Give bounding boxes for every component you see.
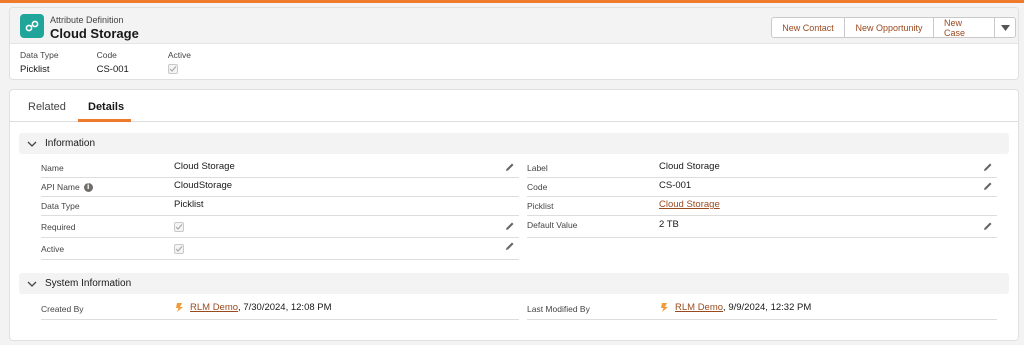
- edit-pencil-icon[interactable]: [983, 162, 993, 172]
- information-section-header[interactable]: Information: [19, 133, 1009, 154]
- field-value: Cloud Storage: [659, 161, 720, 172]
- top-accent-bar: [0, 0, 1024, 3]
- field-value: 2 TB: [659, 219, 679, 230]
- field-required: Required: [41, 216, 519, 238]
- field-label: Code: [527, 182, 548, 192]
- required-checkbox: [174, 222, 184, 232]
- field-label: API Name: [41, 182, 80, 192]
- section-title: Information: [45, 138, 96, 149]
- attribute-definition-icon: [20, 14, 44, 38]
- highlight-code: Code CS-001: [97, 50, 129, 76]
- highlight-value: Picklist: [20, 64, 50, 75]
- field-created-by: Created By RLM Demo , 7/30/2024, 12:08 P…: [41, 298, 519, 320]
- created-by-user-link[interactable]: RLM Demo: [190, 302, 238, 313]
- field-label: Last Modified By: [527, 304, 590, 314]
- field-value: Cloud Storage: [174, 161, 235, 172]
- highlight-label: Data Type: [20, 50, 59, 60]
- active-checkbox: [174, 244, 184, 254]
- field-data-type: Data Type Picklist: [41, 197, 519, 216]
- tab-related[interactable]: Related: [28, 101, 66, 113]
- field-api-name: API Name i CloudStorage: [41, 178, 519, 197]
- record-title: Cloud Storage: [50, 26, 139, 41]
- field-active: Active: [41, 238, 519, 260]
- field-value: CloudStorage: [174, 180, 233, 191]
- record-detail-card: Related Details Information Name Cloud S…: [9, 89, 1019, 341]
- active-tab-indicator: [78, 119, 131, 122]
- active-checkbox: [167, 64, 178, 74]
- field-label: Created By: [41, 304, 84, 314]
- highlight-label: Code: [96, 50, 117, 60]
- last-modified-by-user-link[interactable]: RLM Demo: [675, 302, 723, 313]
- user-icon: [661, 303, 668, 312]
- field-label: Picklist: [527, 201, 554, 211]
- tab-details[interactable]: Details: [88, 101, 124, 113]
- checkmark-icon: [175, 224, 183, 230]
- field-value: Picklist: [174, 199, 204, 210]
- highlight-active: Active: [167, 50, 191, 76]
- created-date: , 7/30/2024, 12:08 PM: [238, 302, 332, 313]
- field-picklist: Picklist Cloud Storage: [527, 197, 997, 216]
- chevron-down-icon: [1000, 24, 1010, 31]
- field-name: Name Cloud Storage: [41, 159, 519, 178]
- edit-pencil-icon[interactable]: [983, 221, 993, 231]
- field-last-modified-by: Last Modified By RLM Demo , 9/9/2024, 12…: [527, 298, 997, 320]
- new-opportunity-button[interactable]: New Opportunity: [844, 17, 934, 38]
- highlight-value: CS-001: [96, 64, 129, 75]
- info-icon[interactable]: i: [83, 182, 93, 192]
- chevron-down-icon: [27, 281, 37, 287]
- chevron-down-icon: [27, 141, 37, 147]
- edit-pencil-icon[interactable]: [983, 181, 993, 191]
- new-case-button[interactable]: New Case: [933, 17, 995, 38]
- picklist-link[interactable]: Cloud Storage: [659, 199, 720, 210]
- field-label: Label: [527, 163, 548, 173]
- field-code: Code CS-001: [527, 178, 997, 197]
- section-title: System Information: [45, 278, 132, 289]
- tab-bar: Related Details: [10, 90, 1018, 122]
- object-type-label: Attribute Definition: [50, 15, 124, 25]
- field-label: Active: [41, 244, 65, 254]
- user-icon: [176, 303, 183, 312]
- edit-pencil-icon[interactable]: [505, 162, 515, 172]
- highlight-label: Active: [167, 50, 191, 60]
- field-label: Default Value: [527, 220, 578, 230]
- field-label: Data Type: [41, 201, 80, 211]
- edit-pencil-icon[interactable]: [505, 241, 515, 251]
- record-header: Attribute Definition Cloud Storage New C…: [9, 7, 1019, 80]
- more-actions-button[interactable]: [994, 17, 1016, 38]
- highlights-panel: Data Type Picklist Code CS-001 Active: [20, 50, 213, 76]
- field-label: Required: [41, 222, 76, 232]
- modified-date: , 9/9/2024, 12:32 PM: [723, 302, 812, 313]
- checkmark-icon: [169, 66, 177, 72]
- system-information-section-header[interactable]: System Information: [19, 273, 1009, 294]
- edit-pencil-icon[interactable]: [505, 221, 515, 231]
- field-value: CS-001: [659, 180, 692, 191]
- action-button-group: New Contact New Opportunity New Case: [771, 17, 1016, 38]
- field-label-right: Label Cloud Storage: [527, 159, 997, 178]
- header-title-bar: Attribute Definition Cloud Storage New C…: [10, 8, 1018, 44]
- new-contact-button[interactable]: New Contact: [771, 17, 845, 38]
- highlight-data-type: Data Type Picklist: [20, 50, 59, 76]
- field-default-value: Default Value 2 TB: [527, 216, 997, 238]
- checkmark-icon: [175, 246, 183, 252]
- field-label: Name: [41, 163, 64, 173]
